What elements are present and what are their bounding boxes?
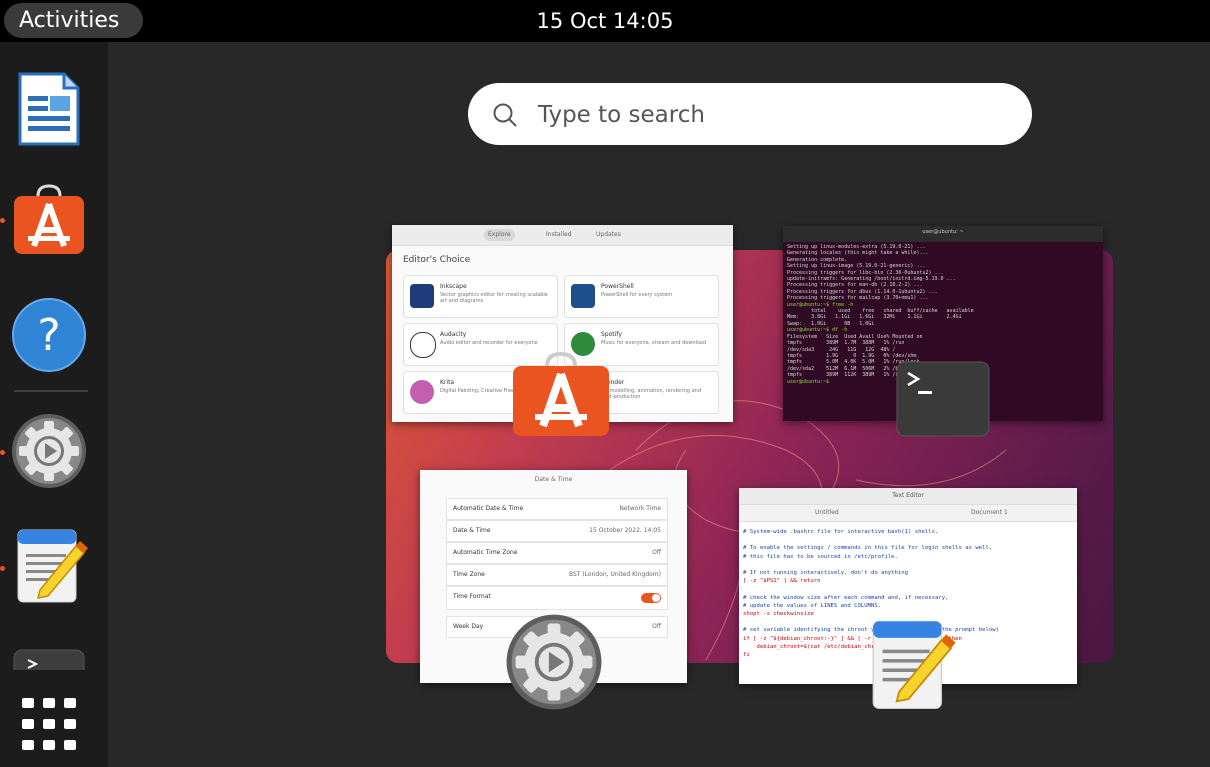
text-editor-icon — [17, 529, 88, 603]
dock-item-help[interactable]: ? — [10, 296, 88, 374]
settings-gear-icon — [506, 614, 602, 710]
running-indicator — [0, 218, 5, 223]
settings-row[interactable]: Time Format — [446, 586, 668, 610]
editor-line: # check the window size after each comma… — [743, 594, 949, 601]
row-value: Off — [652, 549, 661, 556]
app-grid-icon — [22, 719, 34, 729]
settings-row[interactable]: Time Zone BST (London, United Kingdom) — [446, 564, 668, 586]
dock: ? — [0, 42, 108, 767]
dock-item-text-editor[interactable] — [10, 526, 88, 604]
app-card-name: PowerShell — [601, 283, 634, 290]
terminal-title: user@ubuntu: ~ — [922, 229, 964, 235]
settings-row[interactable]: Automatic Time Zone Off — [446, 542, 668, 564]
app-card-powershell[interactable]: PowerShell PowerShell for every system — [564, 275, 719, 318]
dock-item-terminal[interactable] — [10, 646, 88, 670]
app-card-inkscape[interactable]: Inkscape Vector graphics editor for crea… — [403, 275, 558, 318]
inkscape-icon — [410, 284, 434, 308]
app-grid-icon — [43, 740, 55, 750]
settings-title: Date & Time — [534, 476, 573, 483]
row-value: 15 October 2022, 14:05 — [589, 527, 661, 534]
tab-updates[interactable]: Updates — [592, 229, 625, 241]
row-label: Time Zone — [453, 571, 485, 578]
app-grid-icon — [43, 719, 55, 729]
row-label: Time Format — [453, 593, 491, 600]
app-card-name: Krita — [440, 379, 455, 386]
text-editor-icon — [872, 620, 956, 710]
svg-text:?: ? — [37, 310, 60, 361]
section-title: Editor's Choice — [403, 255, 471, 265]
editor-line: # If not running interactively, don't do… — [743, 570, 909, 577]
app-grid-icon — [43, 698, 55, 708]
row-value: Network Time — [619, 505, 661, 512]
dock-item-libreoffice-writer[interactable] — [10, 70, 88, 148]
terminal-icon — [896, 361, 990, 437]
dock-item-settings[interactable] — [10, 412, 88, 490]
dock-item-software[interactable] — [10, 182, 88, 260]
audacity-icon — [410, 332, 436, 358]
app-card-desc: Vector graphics editor for creating scal… — [440, 292, 548, 304]
editor-headerbar: Text Editor — [739, 488, 1077, 505]
settings-gear-icon — [12, 414, 86, 488]
tab-explore[interactable]: Explore — [484, 229, 515, 241]
app-card-name: Inkscape — [440, 283, 467, 290]
app-grid-icon — [64, 698, 76, 708]
search-input[interactable] — [536, 83, 1000, 147]
editor-line: # this file has to be sourced in /etc/pr… — [743, 553, 898, 560]
tab-installed[interactable]: Installed — [542, 229, 576, 241]
search-bar[interactable] — [468, 83, 1032, 147]
clock[interactable]: 15 Oct 14:05 — [0, 0, 1210, 42]
row-value: BST (London, United Kingdom) — [568, 571, 661, 578]
terminal-icon — [13, 649, 85, 670]
editor-tabbar: Untitled Document 1 — [739, 505, 1077, 522]
settings-row[interactable]: Automatic Date & Time Network Time — [446, 498, 668, 520]
row-label: Date & Time — [453, 527, 491, 534]
software-store-icon — [14, 184, 84, 254]
row-label: Automatic Date & Time — [453, 505, 524, 512]
software-headerbar: Explore Installed Updates — [392, 225, 733, 246]
app-card-desc: Music for everyone, stream and download — [601, 340, 707, 346]
running-indicator — [0, 566, 5, 571]
editor-line: [ -z "$PS1" ] && return — [743, 578, 821, 585]
editor-tab[interactable]: Untitled — [815, 509, 839, 516]
app-grid-icon — [64, 719, 76, 729]
row-value: Off — [652, 623, 661, 630]
row-label: Automatic Time Zone — [453, 549, 518, 556]
app-grid-icon — [64, 740, 76, 750]
dock-separator — [14, 390, 88, 392]
app-card-name: Spotify — [601, 331, 622, 338]
software-store-icon — [513, 351, 609, 436]
app-grid-icon — [22, 698, 34, 708]
running-indicator — [0, 450, 5, 455]
app-card-desc: 3D modelling, animation, rendering and p… — [601, 388, 702, 400]
powershell-icon — [571, 284, 595, 308]
help-icon: ? — [12, 298, 86, 372]
app-card-name: Audacity — [440, 331, 467, 338]
editor-line: # update the values of LINES and COLUMNS… — [743, 602, 882, 609]
editor-line: # To enable the settings / commands in t… — [743, 545, 993, 552]
app-grid-icon — [22, 740, 34, 750]
toggle-switch[interactable] — [641, 593, 661, 603]
settings-row[interactable]: Date & Time 15 October 2022, 14:05 — [446, 520, 668, 542]
search-icon — [493, 103, 517, 127]
terminal-headerbar: user@ubuntu: ~ — [783, 226, 1103, 242]
krita-icon — [410, 380, 434, 404]
editor-title: Text Editor — [892, 492, 924, 499]
libreoffice-writer-icon — [18, 72, 80, 146]
editor-line: # System-wide .bashrc file for interacti… — [743, 529, 939, 535]
editor-tab[interactable]: Document 1 — [971, 509, 1008, 516]
app-card-desc: PowerShell for every system — [601, 292, 673, 298]
top-bar: Activities 15 Oct 14:05 — [0, 0, 1210, 42]
row-label: Week Day — [453, 623, 484, 630]
show-applications-button[interactable] — [22, 698, 76, 752]
